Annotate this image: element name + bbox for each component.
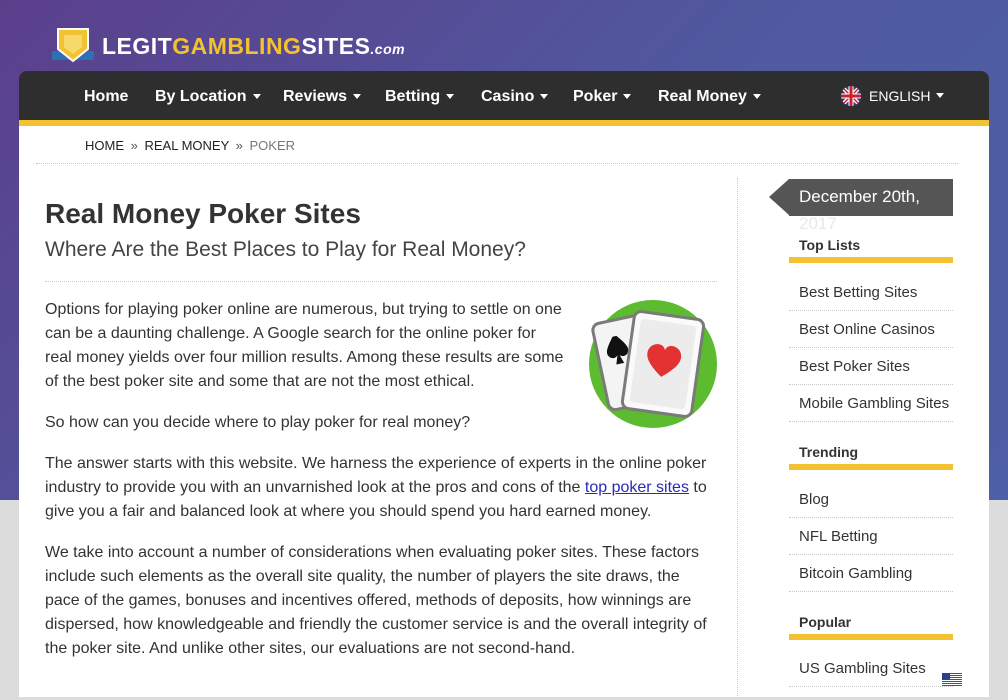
breadcrumb-current: POKER [249,138,296,153]
content-panel: HOME » REAL MONEY » POKER Real Money Pok… [19,126,989,698]
sidebar-link-bitcoin-gambling[interactable]: Bitcoin Gambling [789,555,953,592]
language-label: ENGLISH [869,87,931,104]
site-logo[interactable]: LEGITGAMBLINGSITES.com [50,24,405,68]
breadcrumb-real-money[interactable]: REAL MONEY [144,138,229,153]
nav-poker[interactable]: Poker [573,71,632,120]
sidebar-link-best-betting-sites[interactable]: Best Betting Sites [789,274,953,311]
language-selector[interactable]: ENGLISH [841,71,945,120]
breadcrumb-home[interactable]: HOME [85,138,124,153]
top-poker-sites-link[interactable]: top poker sites [585,479,689,496]
column-divider [737,178,738,698]
nav-betting[interactable]: Betting [385,71,455,120]
sidebar-link-best-poker-sites[interactable]: Best Poker Sites [789,348,953,385]
caret-down-icon [936,93,945,98]
page-subtitle: Where Are the Best Places to Play for Re… [45,238,526,261]
sidebar-link-us-gambling-sites[interactable]: US Gambling Sites [789,650,962,687]
caret-down-icon [752,94,761,100]
sidebar-link-best-online-casinos[interactable]: Best Online Casinos [789,311,953,348]
sidebar-heading-popular: Popular [789,611,953,640]
sidebar-link-mobile-gambling-sites[interactable]: Mobile Gambling Sites [789,385,953,422]
paragraph: Options for playing poker online are num… [45,301,564,390]
uk-flag-icon [841,85,861,106]
nav-casino[interactable]: Casino [481,71,549,120]
nav-reviews[interactable]: Reviews [283,71,362,120]
sidebar-link-blog[interactable]: Blog [789,481,953,518]
sidebar-heading-trending: Trending [789,441,953,470]
caret-down-icon [540,94,549,100]
caret-down-icon [353,94,362,100]
caret-down-icon [252,94,261,100]
paragraph: We take into account a number of conside… [45,544,707,657]
main-nav: Home By Location Reviews Betting Casino … [19,71,989,126]
date-banner: December 20th, [769,179,953,216]
caret-down-icon [446,94,455,100]
divider [36,163,958,164]
logo-shield-icon [50,25,96,67]
nav-real-money[interactable]: Real Money [658,71,761,120]
caret-down-icon [623,94,632,100]
article-body: Options for playing poker online are num… [45,298,717,678]
logo-wordmark: LEGITGAMBLINGSITES.com [102,32,406,59]
paragraph: The answer starts with this website. We … [45,455,707,520]
divider [45,281,717,282]
sidebar-link-nfl-betting[interactable]: NFL Betting [789,518,953,555]
date-year: 2017 [799,214,837,233]
page-title: Real Money Poker Sites [45,198,361,229]
sidebar-heading-top-lists: Top Lists [789,234,953,263]
nav-by-location[interactable]: By Location [155,71,261,120]
nav-home[interactable]: Home [84,71,128,120]
breadcrumb: HOME » REAL MONEY » POKER [85,138,296,153]
us-flag-icon [941,663,962,686]
paragraph: So how can you decide where to play poke… [45,414,471,431]
